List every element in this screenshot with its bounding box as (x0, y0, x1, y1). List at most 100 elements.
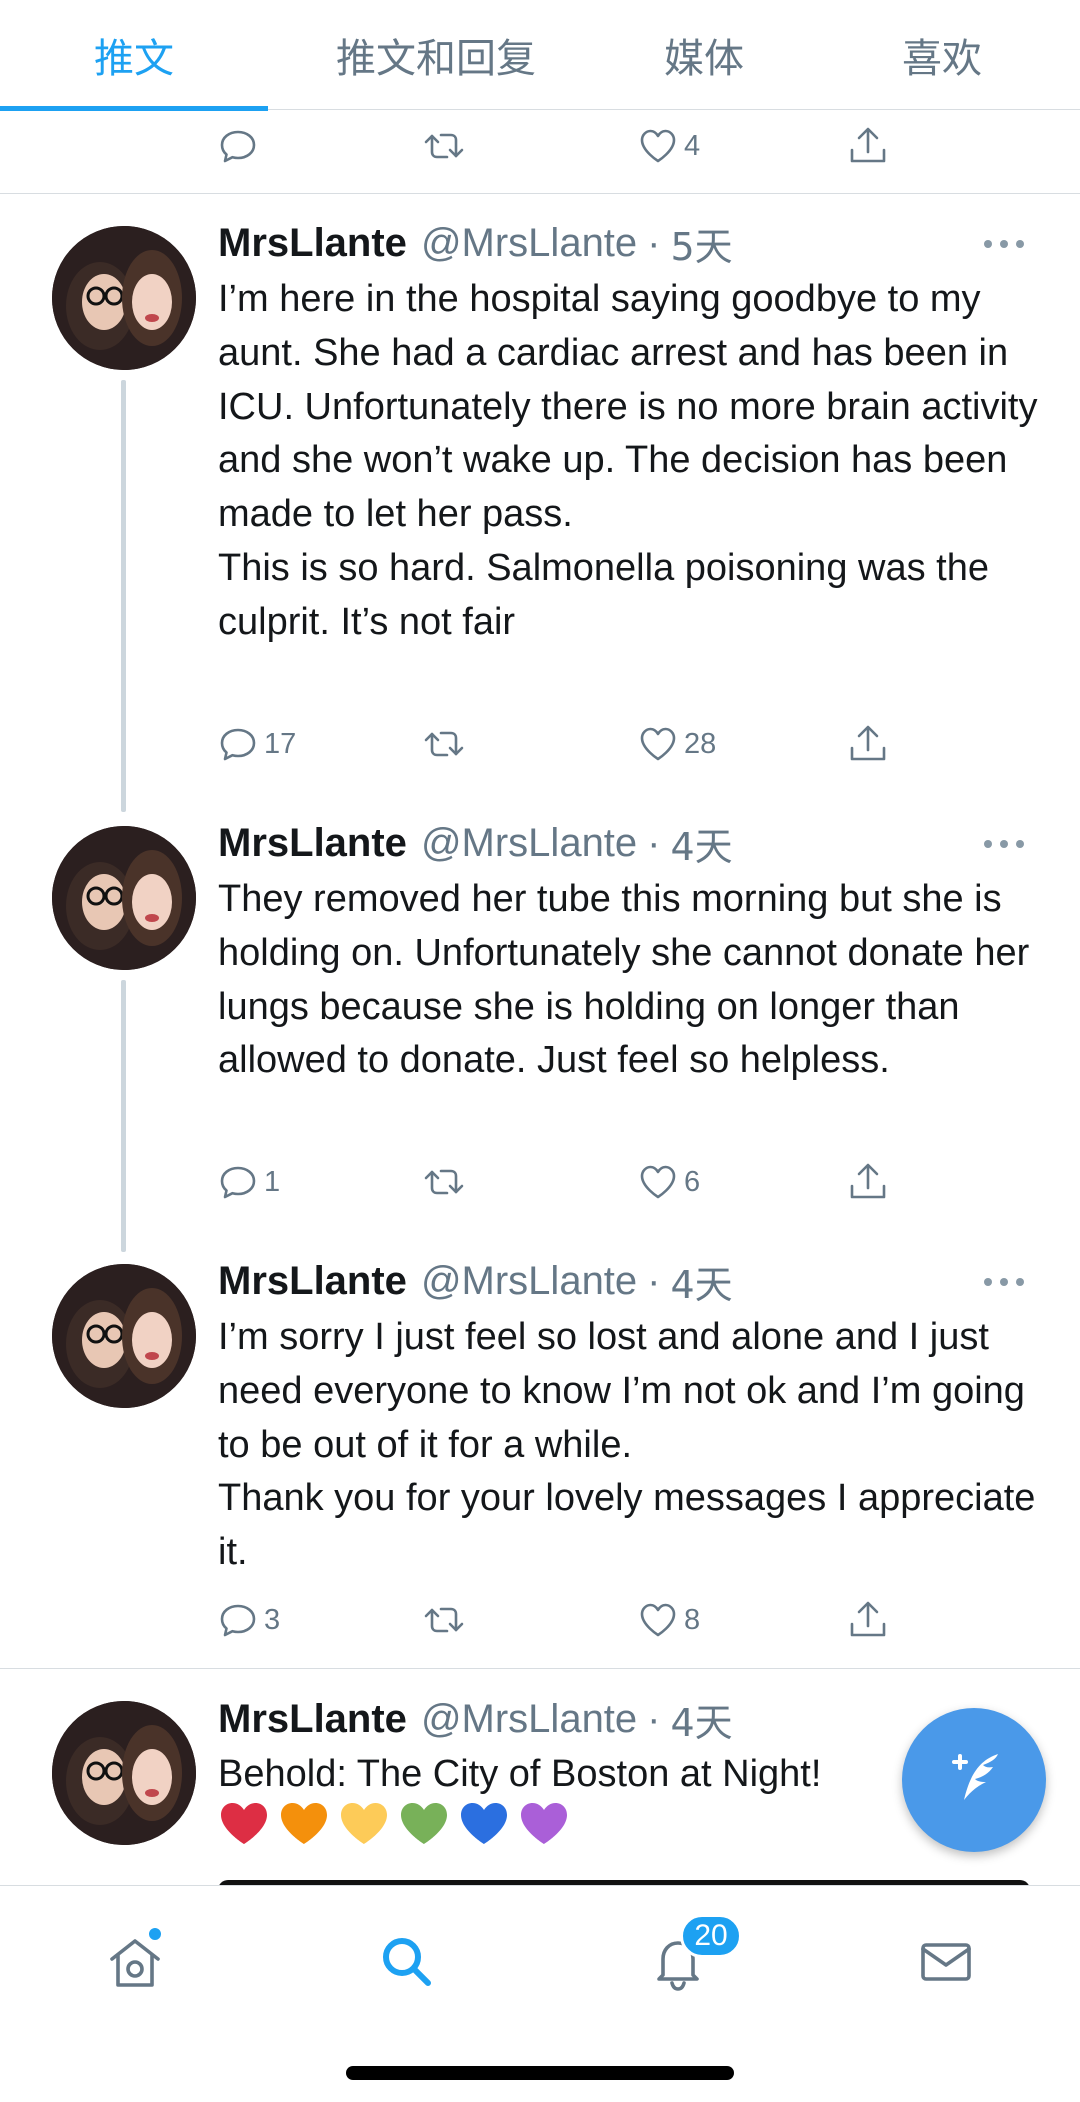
heart-emoji-icon (521, 1803, 567, 1844)
heart-emoji-icon (461, 1803, 507, 1844)
heart-emoji-icon (281, 1803, 327, 1844)
like-icon (640, 1603, 676, 1637)
tweet-time[interactable]: 5天 (671, 216, 733, 271)
reply-icon (220, 130, 256, 163)
share-icon (850, 1601, 886, 1637)
tab-tweets[interactable]: 推文 (0, 0, 268, 111)
reply-count: 17 (264, 727, 297, 760)
like-icon (640, 129, 676, 163)
share-icon (850, 1163, 886, 1199)
avatar[interactable] (52, 1264, 196, 1408)
retweet-icon (424, 731, 464, 757)
tweet-actions: 3 8 (216, 1595, 916, 1645)
heart-emoji-row (218, 1800, 570, 1848)
tweet-time[interactable]: 4天 (671, 816, 733, 871)
like-button[interactable]: 8 (636, 1595, 700, 1645)
tab-tweets-and-replies[interactable]: 推文和回复 (268, 0, 604, 110)
author-name[interactable]: MrsLlante (218, 1259, 407, 1304)
header-separator: · (647, 1696, 661, 1741)
author-handle[interactable]: @MrsLlante (421, 221, 637, 266)
tweet-text: They removed her tube this morning but s… (218, 878, 1030, 1082)
tab-likes[interactable]: 喜欢 (804, 0, 1080, 110)
reply-button[interactable] (216, 121, 264, 171)
retweet-icon (424, 1169, 464, 1195)
retweet-button[interactable] (422, 1157, 466, 1207)
avatar-photo-icon (52, 226, 196, 370)
more-icon[interactable] (980, 234, 1028, 254)
more-icon[interactable] (980, 1272, 1028, 1292)
header-separator: · (647, 820, 661, 865)
author-handle[interactable]: @MrsLlante (421, 1259, 637, 1304)
tweet-actions: 17 28 (216, 719, 916, 769)
thread-line (121, 380, 126, 812)
tweet-header: MrsLlante @MrsLlante · 5天 (218, 216, 733, 271)
author-name[interactable]: MrsLlante (218, 221, 407, 266)
retweet-button[interactable] (422, 719, 466, 769)
reply-count: 3 (264, 1603, 281, 1636)
share-icon (850, 127, 886, 163)
reply-button[interactable]: 1 (216, 1157, 280, 1207)
share-button[interactable] (846, 121, 890, 171)
share-button[interactable] (846, 719, 890, 769)
author-handle[interactable]: @MrsLlante (421, 821, 637, 866)
header-separator: · (647, 1258, 661, 1303)
reply-button[interactable]: 17 (216, 719, 296, 769)
tweet-actions: 1 6 (216, 1157, 916, 1207)
tweet-header: MrsLlante @MrsLlante · 4天 (218, 1692, 733, 1747)
tweet-text: I’m sorry I just feel so lost and alone … (218, 1316, 1036, 1574)
tweet-header: MrsLlante @MrsLlante · 4天 (218, 1254, 733, 1309)
like-count: 6 (684, 1165, 701, 1198)
author-name[interactable]: MrsLlante (218, 1697, 407, 1742)
search-icon (383, 1938, 431, 1986)
retweet-icon (424, 133, 464, 159)
reply-icon (220, 1166, 256, 1199)
new-content-dot (147, 1926, 163, 1942)
avatar-photo-icon (52, 826, 196, 970)
heart-emoji-icon (401, 1803, 447, 1844)
retweet-button[interactable] (422, 121, 466, 171)
header-separator: · (647, 220, 661, 265)
like-count: 8 (684, 1603, 701, 1636)
thread-line (121, 980, 126, 1252)
like-count: 4 (684, 129, 701, 162)
like-button[interactable]: 28 (636, 719, 716, 769)
more-icon[interactable] (980, 834, 1028, 854)
reply-button[interactable]: 3 (216, 1595, 280, 1645)
compose-tweet-icon (952, 1754, 998, 1800)
tweet-time[interactable]: 4天 (671, 1254, 733, 1309)
like-icon (640, 727, 676, 761)
compose-tweet-button[interactable] (902, 1708, 1046, 1852)
divider (0, 1668, 1080, 1669)
author-handle[interactable]: @MrsLlante (421, 1697, 637, 1742)
avatar[interactable] (52, 1701, 196, 1845)
like-button[interactable]: 4 (636, 121, 700, 171)
nav-messages[interactable] (906, 1922, 986, 2002)
avatar-photo-icon (52, 1264, 196, 1408)
nav-home[interactable] (95, 1922, 175, 2002)
retweet-icon (424, 1607, 464, 1633)
tab-media[interactable]: 媒体 (604, 0, 804, 110)
like-button[interactable]: 6 (636, 1157, 700, 1207)
like-count: 28 (684, 727, 717, 760)
like-icon (640, 1165, 676, 1199)
retweet-button[interactable] (422, 1595, 466, 1645)
share-icon (850, 725, 886, 761)
avatar-photo-icon (52, 1701, 196, 1845)
nav-notifications[interactable]: 20 (638, 1914, 742, 2002)
tweet-header: MrsLlante @MrsLlante · 4天 (218, 816, 733, 871)
author-name[interactable]: MrsLlante (218, 821, 407, 866)
tweet-text: I’m here in the hospital saying goodbye … (218, 278, 1038, 643)
heart-emoji-icon (341, 1803, 387, 1844)
home-indicator[interactable] (346, 2066, 734, 2080)
divider (0, 193, 1080, 194)
avatar[interactable] (52, 826, 196, 970)
mail-icon (921, 1943, 971, 1981)
share-button[interactable] (846, 1157, 890, 1207)
nav-search[interactable] (367, 1922, 447, 2002)
reply-icon (220, 728, 256, 761)
notification-badge: 20 (680, 1914, 742, 1958)
share-button[interactable] (846, 1595, 890, 1645)
avatar[interactable] (52, 226, 196, 370)
tweet-time[interactable]: 4天 (671, 1692, 733, 1747)
reply-count: 1 (264, 1165, 281, 1198)
